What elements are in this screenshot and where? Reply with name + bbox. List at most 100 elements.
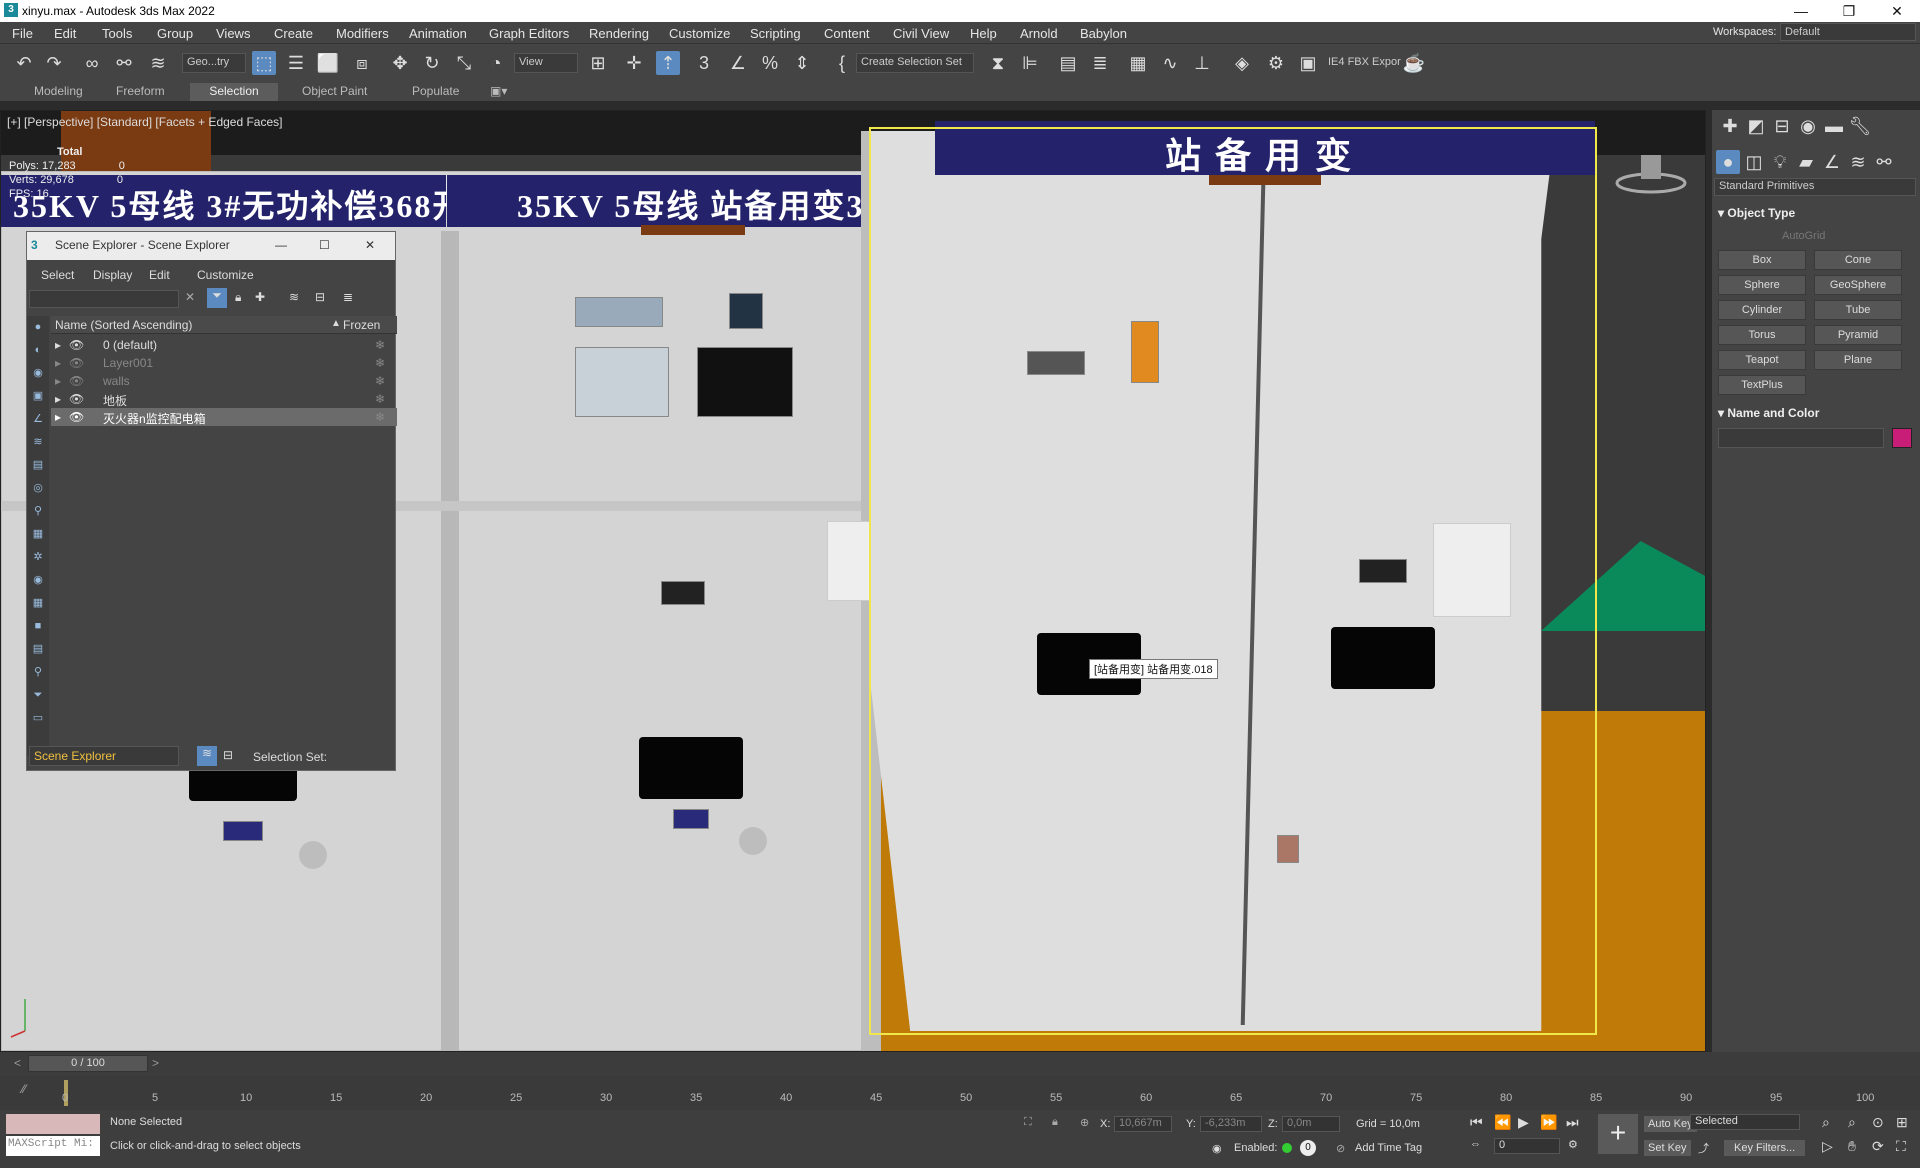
tube-button[interactable]: Tube (1814, 300, 1902, 320)
object-name-input[interactable] (1718, 428, 1884, 448)
goto-end-icon[interactable]: ⏭ (1566, 1114, 1579, 1131)
render-production-icon[interactable]: ☕ (1402, 51, 1426, 75)
selection-filter-dropdown[interactable]: Geo...try (182, 53, 246, 73)
scene-close-button[interactable]: ✕ (365, 238, 375, 252)
textplus-button[interactable]: TextPlus (1718, 375, 1806, 395)
visibility-eye-icon[interactable]: 👁︎ (69, 356, 84, 370)
workspaces-dropdown[interactable]: Default (1780, 23, 1916, 41)
menu-group[interactable]: Group (157, 26, 193, 41)
link-icon[interactable]: ∞ (80, 51, 104, 75)
layer-row-default[interactable]: ▸ 👁︎ 0 (default) ❄ (51, 336, 397, 354)
menu-animation[interactable]: Animation (409, 26, 467, 41)
utilities-tab-icon[interactable]: 🔧︎ (1848, 114, 1872, 138)
mirror-icon[interactable]: ⧗ (986, 51, 1010, 75)
object-color-swatch[interactable] (1892, 428, 1912, 448)
visibility-eye-icon[interactable]: 👁︎ (69, 338, 84, 352)
select-object-icon[interactable]: ⬚ (252, 51, 276, 75)
menu-tools[interactable]: Tools (102, 26, 132, 41)
toggle-layer-explorer-icon[interactable]: ≣ (1088, 51, 1112, 75)
primitive-category-dropdown[interactable]: Standard Primitives (1714, 178, 1916, 196)
fbx-export-label[interactable]: IE4 FBX Expor (1328, 56, 1401, 68)
next-frame-icon[interactable]: > (152, 1056, 159, 1070)
field-of-view-icon[interactable]: ▷ (1822, 1138, 1833, 1155)
scene-explorer-dropdown[interactable]: Scene Explorer (29, 746, 179, 766)
visibility-eye-icon[interactable]: 👁︎ (69, 374, 84, 388)
time-tag-counter-icon[interactable]: 0 (1300, 1140, 1316, 1156)
prev-key-icon[interactable]: ⏪ (1494, 1114, 1511, 1131)
keyboard-shortcut-toggle-icon[interactable]: ⇡ (656, 51, 680, 75)
reference-coordinate-dropdown[interactable]: View (514, 53, 578, 73)
prev-frame-icon[interactable]: < (14, 1056, 21, 1070)
edit-named-selection-icon[interactable]: { (830, 51, 854, 75)
menu-graph-editors[interactable]: Graph Editors (489, 26, 569, 41)
selection-lock-icon[interactable]: 🔒︎ (1052, 1116, 1058, 1129)
y-coordinate-field[interactable]: -6,233m (1200, 1116, 1262, 1132)
geometry-icon[interactable]: ● (1716, 150, 1740, 174)
time-config-icon[interactable]: ⚙ (1568, 1138, 1578, 1151)
menu-views[interactable]: Views (216, 26, 250, 41)
sphere-button[interactable]: Sphere (1718, 275, 1806, 295)
scene-explorer-titlebar[interactable]: 3 Scene Explorer - Scene Explorer — ☐ ✕ (27, 232, 395, 260)
add-time-tag[interactable]: Add Time Tag (1355, 1142, 1422, 1154)
box-button[interactable]: Box (1718, 250, 1806, 270)
mini-curve-editor-icon[interactable]: ⁄⁄ (22, 1082, 26, 1096)
spinner-snap-icon[interactable]: ⇕ (790, 51, 814, 75)
time-tag-icon[interactable]: ⊘ (1336, 1142, 1345, 1155)
set-key-button[interactable]: Set Key (1644, 1140, 1691, 1156)
toggle-scene-explorer-icon[interactable]: ▤ (1056, 51, 1080, 75)
scene-menu-select[interactable]: Select (41, 268, 74, 282)
select-by-name-icon[interactable]: ☰ (284, 51, 308, 75)
filter-icon[interactable]: ⏷ (207, 288, 227, 308)
ribbon-options-icon[interactable]: ▣▾ (482, 83, 515, 101)
unlink-icon[interactable]: ⚯ (112, 51, 136, 75)
absolute-mode-icon[interactable]: ⊕ (1080, 1116, 1089, 1129)
align-icon[interactable]: ⊫ (1018, 51, 1042, 75)
set-key-big-button[interactable]: + (1598, 1114, 1638, 1154)
menu-file[interactable]: File (12, 26, 33, 41)
zoom-extents-all-icon[interactable]: ⊞ (1896, 1114, 1908, 1131)
helpers-icon[interactable]: ∠ (1820, 150, 1844, 174)
pyramid-button[interactable]: Pyramid (1814, 325, 1902, 345)
layer-row-extinguisher[interactable]: ▸ 👁︎ 灭火器n监控配电箱 ❄ (51, 408, 397, 426)
isolate-selection-icon[interactable]: ⛶ (1024, 1116, 1032, 1129)
auto-key-button[interactable]: Auto Key (1644, 1116, 1697, 1132)
angle-snap-icon[interactable]: ∠ (726, 51, 750, 75)
menu-create[interactable]: Create (274, 26, 313, 41)
cameras-icon[interactable]: ▰ (1794, 150, 1818, 174)
menu-civil-view[interactable]: Civil View (893, 26, 949, 41)
play-icon[interactable]: ▶ (1518, 1114, 1529, 1131)
systems-icon[interactable]: ⚯ (1872, 150, 1896, 174)
key-mode-icon[interactable]: ⇔ (1470, 1138, 1481, 1150)
current-frame-field[interactable]: 0 (1494, 1138, 1560, 1154)
curve-editor-icon[interactable]: ∿ (1158, 51, 1182, 75)
scene-maximize-button[interactable]: ☐ (319, 238, 330, 252)
select-manipulate-icon[interactable]: ✛ (622, 51, 646, 75)
bind-spacewarp-icon[interactable]: ≋ (146, 51, 170, 75)
next-key-icon[interactable]: ⏩ (1540, 1114, 1557, 1131)
goto-start-icon[interactable]: ⏮ (1470, 1114, 1483, 1131)
close-button[interactable]: ✕ (1874, 0, 1920, 22)
plane-button[interactable]: Plane (1814, 350, 1902, 370)
schematic-view-icon[interactable]: ⊥ (1190, 51, 1214, 75)
tab-modeling[interactable]: Modeling (26, 83, 91, 101)
cone-button[interactable]: Cone (1814, 250, 1902, 270)
pivot-center-icon[interactable]: ⊞ (586, 51, 610, 75)
maxscript-listener-input[interactable] (6, 1114, 100, 1134)
sort-by-hierarchy-icon[interactable]: ⊟ (223, 748, 233, 762)
tab-populate[interactable]: Populate (404, 83, 467, 101)
named-selection-set-dropdown[interactable]: Create Selection Set (856, 53, 974, 73)
zoom-all-icon[interactable]: ⌕ (1848, 1114, 1856, 1131)
key-selection-dropdown[interactable]: Selected (1690, 1114, 1800, 1130)
time-slider[interactable]: 0 / 100 (28, 1055, 148, 1072)
maximize-viewport-icon[interactable]: ⛶ (1896, 1138, 1906, 1155)
tab-freeform[interactable]: Freeform (108, 83, 173, 101)
display-tab-icon[interactable]: ▬ (1822, 114, 1846, 138)
hierarchy-tab-icon[interactable]: ⊟ (1770, 114, 1794, 138)
lights-icon[interactable]: 💡︎ (1768, 150, 1792, 174)
teapot-button[interactable]: Teapot (1718, 350, 1806, 370)
tab-object-paint[interactable]: Object Paint (294, 83, 375, 101)
orbit-icon[interactable]: ⟳ (1872, 1138, 1884, 1155)
sort-by-layer-icon[interactable]: ≋ (197, 746, 217, 766)
scene-menu-display[interactable]: Display (93, 268, 132, 282)
visibility-eye-icon[interactable]: 👁︎ (69, 392, 84, 406)
